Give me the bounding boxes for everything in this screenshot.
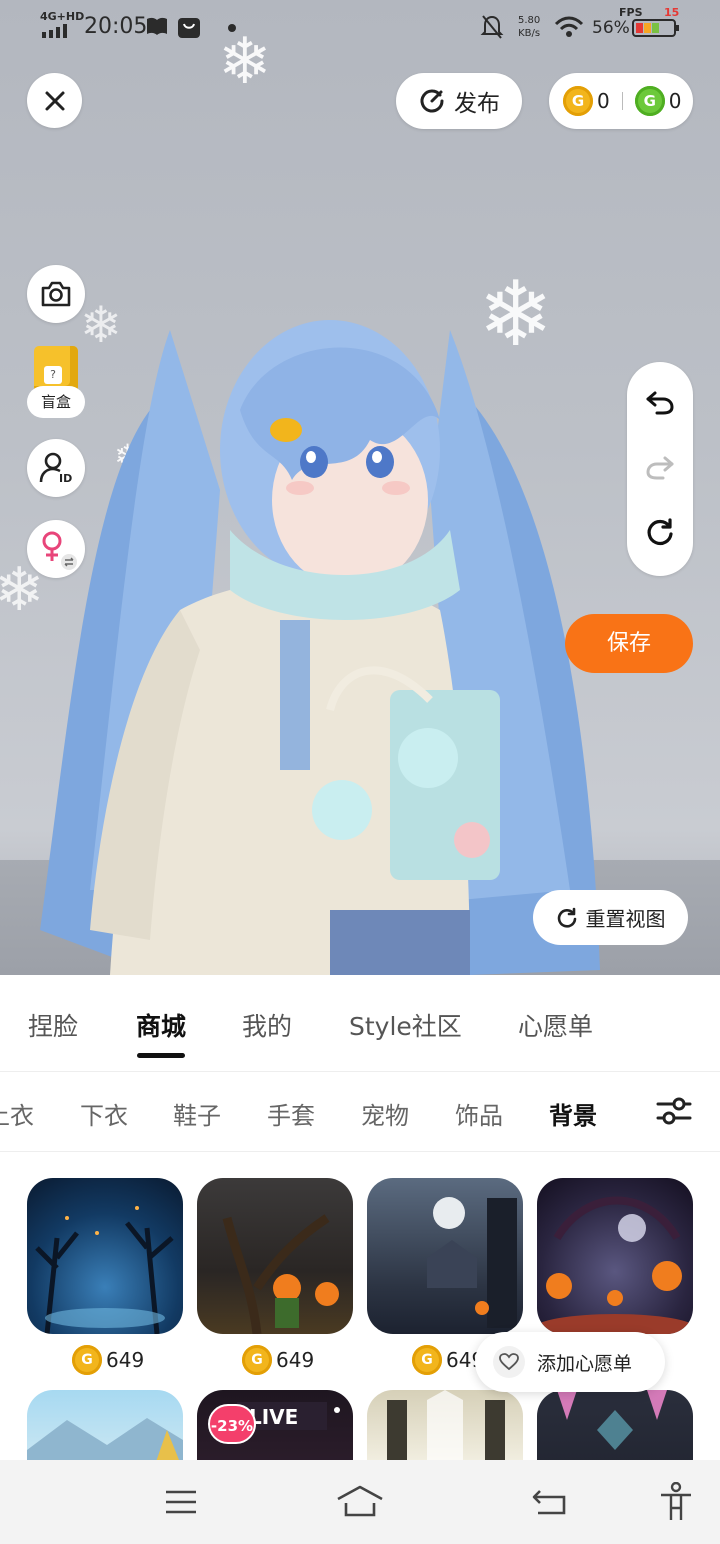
battery-icon	[632, 19, 679, 37]
blind-box-label: 盲盒	[27, 386, 85, 418]
wishlist-label: 添加心愿单	[537, 1352, 633, 1375]
notification-bag-icon	[178, 18, 200, 38]
category-backgrounds[interactable]: 背景	[549, 1096, 597, 1131]
price-value: 649	[276, 1348, 315, 1372]
gold-coin-icon: G	[242, 1345, 272, 1375]
category-bottoms[interactable]: 下衣	[80, 1096, 128, 1131]
item-thumbnail	[537, 1196, 693, 1334]
home-button[interactable]	[336, 1480, 384, 1524]
main-tabs: 捏脸 商城 我的 Style社区 心愿单	[0, 975, 720, 1071]
svg-text:LIVE: LIVE	[249, 1405, 298, 1429]
price-value: 649	[106, 1348, 145, 1372]
active-tab-indicator	[137, 1053, 185, 1058]
reset-view-icon	[557, 907, 576, 928]
category-gloves[interactable]: 手套	[267, 1096, 315, 1131]
fps-label: FPS	[619, 6, 643, 19]
green-coin-icon: G	[634, 86, 665, 116]
notification-book-icon	[147, 17, 167, 35]
add-to-wishlist-button[interactable]: 添加心愿单	[475, 1332, 665, 1392]
speed-value: 5.80	[518, 15, 541, 26]
network-speed: 5.80 KB/s	[518, 14, 540, 40]
camera-button[interactable]	[27, 265, 85, 323]
gold-coin-icon: G	[72, 1345, 102, 1375]
tab-mine[interactable]: 我的	[242, 1007, 292, 1043]
background-item-halloween-tree[interactable]	[197, 1178, 353, 1334]
back-icon	[532, 1490, 566, 1515]
publish-label: 发布	[454, 91, 500, 117]
home-icon	[337, 1485, 383, 1517]
background-item-pumpkin-night[interactable]	[537, 1178, 693, 1334]
menu-icon	[166, 1490, 196, 1514]
close-button[interactable]	[27, 73, 82, 128]
category-shoes[interactable]: 鞋子	[173, 1096, 221, 1131]
currency-balance[interactable]: G 0 G 0	[549, 73, 693, 129]
item-price: G 649	[72, 1345, 144, 1375]
menu-button[interactable]	[157, 1480, 205, 1524]
avatar-id-button[interactable]: ID	[27, 439, 85, 497]
publish-icon	[420, 89, 444, 113]
gold-coin-icon: G	[412, 1345, 442, 1375]
background-item-moon-house[interactable]	[367, 1178, 523, 1334]
blind-box-button[interactable]: ? 盲盒	[27, 346, 85, 418]
category-divider	[0, 1151, 720, 1152]
user-id-icon: ID	[39, 452, 72, 485]
mute-bell-icon	[480, 15, 504, 39]
reset-view-label: 重置视图	[585, 907, 666, 931]
dot-icon	[228, 24, 236, 32]
tabs-divider	[0, 1071, 720, 1072]
system-navigation-bar	[0, 1460, 720, 1544]
item-thumbnail	[427, 1197, 517, 1328]
category-pets[interactable]: 宠物	[361, 1096, 409, 1131]
background-item-blue-forest[interactable]	[27, 1178, 183, 1334]
tab-face[interactable]: 捏脸	[28, 1007, 78, 1043]
item-price: G 649	[242, 1345, 314, 1375]
item-thumbnail	[35, 1206, 174, 1334]
gold-coin-count: 0	[597, 89, 610, 113]
camera-icon	[41, 281, 71, 307]
network-type: 4G+HD	[40, 10, 85, 23]
battery-percent: 56%	[592, 18, 630, 38]
undo-button[interactable]	[644, 386, 676, 418]
filter-icon[interactable]	[655, 1094, 693, 1128]
reset-view-button[interactable]: 重置视图	[533, 890, 688, 945]
refresh-icon	[647, 518, 673, 546]
category-tops[interactable]: 上衣	[0, 1096, 34, 1131]
svg-text:ID: ID	[59, 472, 72, 485]
speed-unit: KB/s	[518, 28, 541, 39]
signal-icon	[42, 24, 67, 38]
category-accessories[interactable]: 饰品	[455, 1096, 503, 1131]
tab-style-community[interactable]: Style社区	[349, 1007, 462, 1043]
undo-icon	[646, 391, 674, 415]
gender-switch-button[interactable]	[27, 520, 85, 578]
item-price: G 649	[412, 1345, 484, 1375]
female-swap-icon	[42, 531, 77, 570]
tab-shop[interactable]: 商城	[136, 1007, 186, 1043]
item-thumbnail	[222, 1214, 339, 1334]
tab-wishlist[interactable]: 心愿单	[518, 1007, 593, 1043]
coin-divider	[621, 92, 623, 110]
clock: 20:05	[84, 14, 148, 39]
redo-icon	[646, 456, 674, 480]
save-button[interactable]: 保存	[565, 614, 693, 673]
wifi-icon	[554, 16, 584, 37]
publish-button[interactable]: 发布	[396, 73, 522, 129]
accessibility-button[interactable]	[652, 1480, 700, 1524]
status-bar: 4G+HD 20:05 5.80 KB/s 56% FPS 15	[0, 0, 720, 56]
close-icon	[45, 91, 64, 110]
fps-value: 15	[664, 6, 680, 19]
green-coin-count: 0	[668, 89, 682, 113]
discount-badge: -23%	[208, 1404, 256, 1444]
avatar-model[interactable]	[30, 290, 610, 975]
gold-coin-icon: G	[563, 86, 593, 116]
accessibility-icon	[661, 1482, 691, 1520]
refresh-button[interactable]	[644, 516, 676, 548]
heart-icon	[493, 1346, 525, 1378]
redo-button[interactable]	[644, 451, 676, 483]
history-controls	[627, 362, 693, 576]
back-button[interactable]	[525, 1480, 573, 1524]
avatar-viewport[interactable]: ❄ ❄ ❄ ❄ ❄ ❄	[0, 0, 720, 975]
